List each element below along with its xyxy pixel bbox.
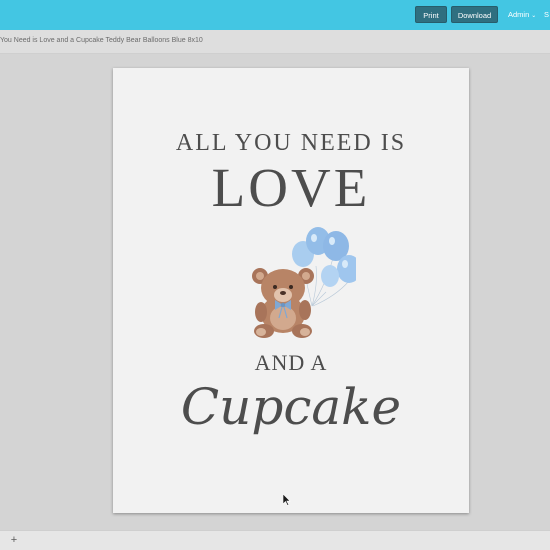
user-menu-label: Admin	[508, 10, 530, 19]
top-toolbar: Print Download Admin ⌄ S	[0, 0, 550, 30]
editor-canvas: ALL YOU NEED IS LOVE AND A Cupcake	[0, 54, 550, 530]
headline-all-you-need-is: ALL YOU NEED IS	[175, 130, 407, 156]
headline-love: LOVE	[211, 157, 371, 218]
headline-cupcake-script: Cupcake	[180, 378, 402, 436]
document-title: You Need is Love and a Cupcake Teddy Bea…	[0, 37, 203, 44]
headline-and-a: AND A	[254, 350, 328, 375]
download-button[interactable]: Download	[451, 6, 498, 23]
toolbar-overflow-item[interactable]: S	[544, 6, 550, 23]
add-page-button[interactable]: +	[8, 533, 20, 547]
bottom-bar: +	[0, 530, 550, 550]
chevron-down-icon: ⌄	[531, 13, 537, 19]
user-menu[interactable]: Admin ⌄	[508, 6, 536, 23]
mouse-cursor-icon	[283, 494, 291, 506]
document-title-bar: You Need is Love and a Cupcake Teddy Bea…	[0, 30, 550, 54]
print-button[interactable]: Print	[415, 6, 447, 23]
document-page[interactable]: ALL YOU NEED IS LOVE AND A Cupcake	[113, 68, 469, 513]
teddy-bear-balloons-icon	[252, 227, 356, 338]
